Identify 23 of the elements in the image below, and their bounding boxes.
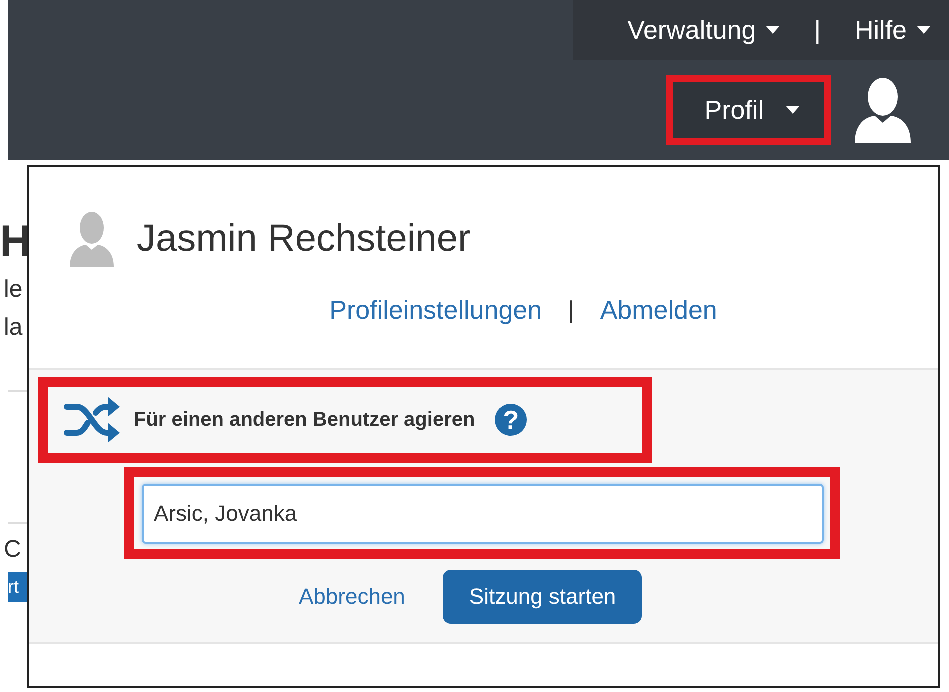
- profile-link[interactable]: Abmelden: [600, 295, 718, 326]
- text-fragment: la: [4, 316, 24, 340]
- nav-menu-link[interactable]: Hilfe: [854, 14, 931, 46]
- user-name: Jasmin Rechsteiner: [137, 218, 471, 260]
- user-avatar-icon[interactable]: [853, 77, 913, 143]
- caret-icon: [786, 106, 800, 114]
- profile-link[interactable]: Profileinstellungen: [330, 295, 542, 326]
- button-fragment[interactable]: rt: [8, 572, 27, 602]
- act-as-title: Für einen anderen Benutzer agieren: [134, 408, 476, 432]
- profile-menu-button[interactable]: Profil: [666, 75, 831, 145]
- text-fragment: le: [4, 278, 24, 302]
- help-icon[interactable]: ?: [495, 404, 528, 436]
- start-session-button[interactable]: Sitzung starten: [443, 570, 642, 624]
- nav-separator: |: [814, 14, 821, 46]
- cancel-link[interactable]: Abbrechen: [299, 584, 406, 610]
- text-fragment: C: [4, 538, 22, 562]
- link-separator: |: [568, 296, 574, 324]
- shuffle-icon: [64, 397, 120, 443]
- nav-menu-link[interactable]: Verwaltung: [628, 14, 780, 46]
- caret-icon: [917, 26, 931, 34]
- caret-icon: [766, 26, 780, 34]
- user-silhouette-icon: [69, 211, 115, 267]
- user-search-field[interactable]: Arsic, Jovanka: [142, 484, 824, 544]
